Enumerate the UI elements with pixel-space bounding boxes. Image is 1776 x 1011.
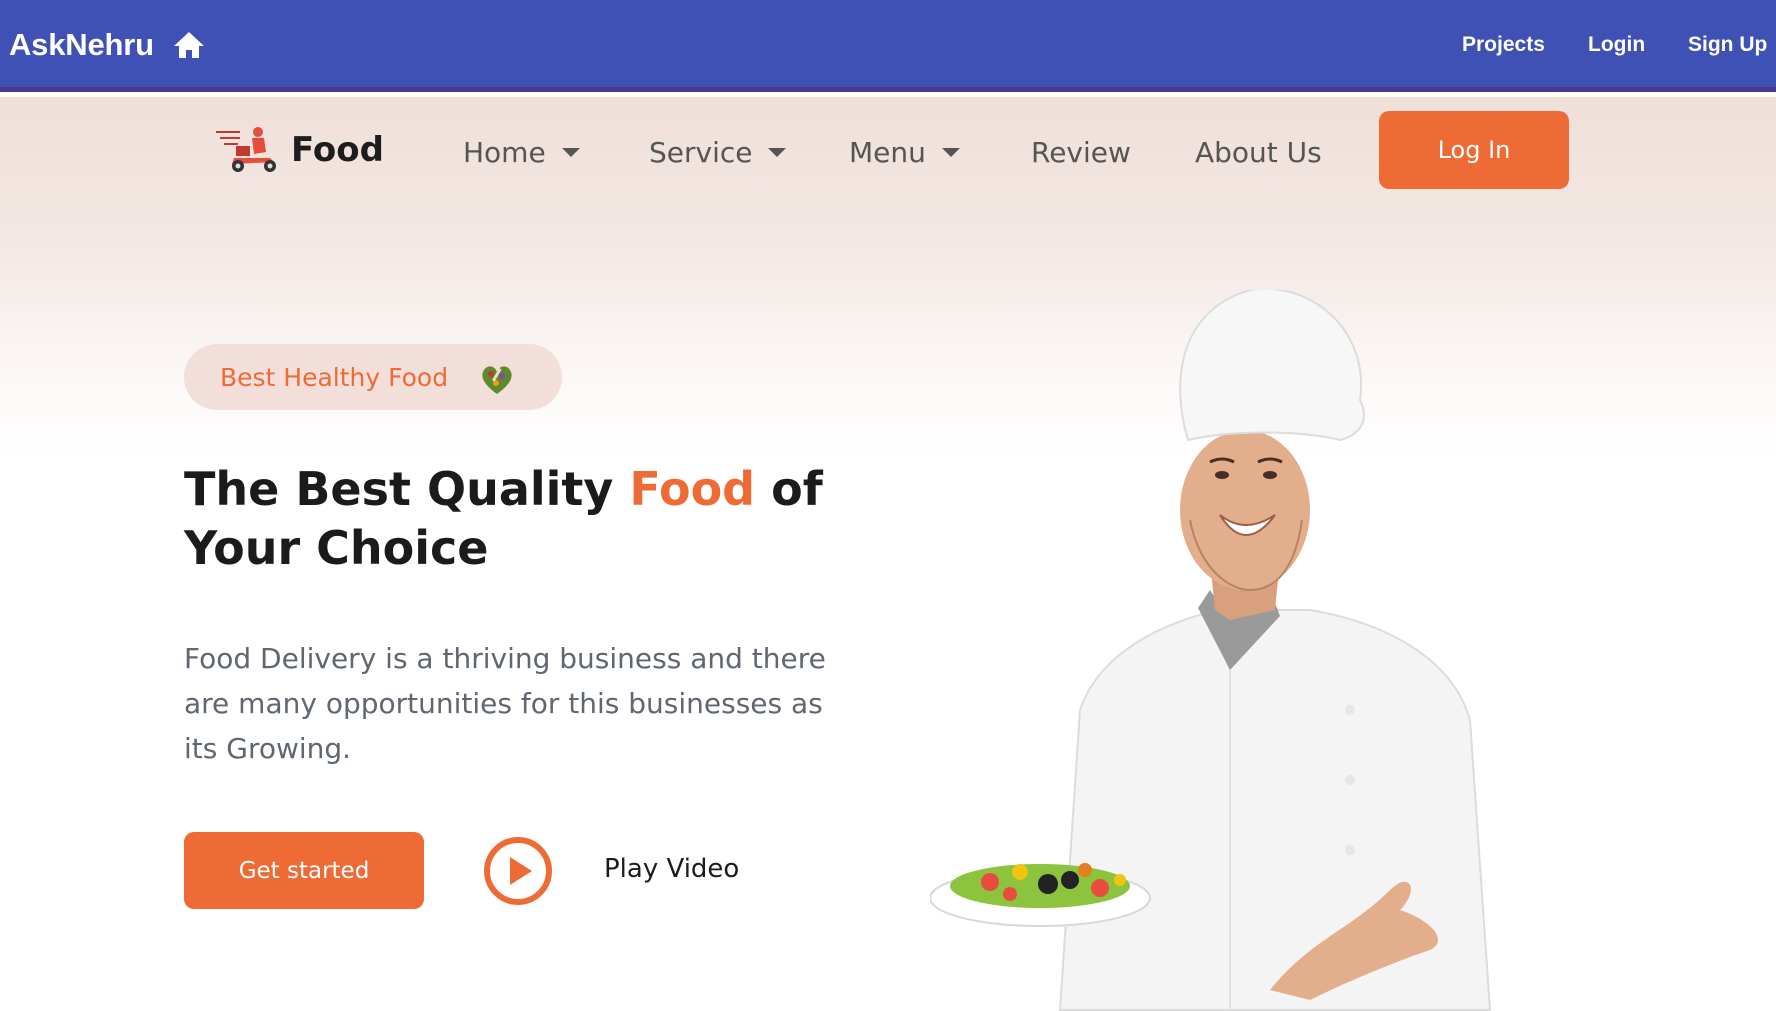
chef-image [930, 290, 1492, 1011]
top-app-bar: AskNehru Projects Login Sign Up [0, 0, 1776, 92]
headline-part1: The Best Quality [184, 462, 614, 516]
scooter-delivery-icon[interactable] [214, 124, 282, 174]
nav-home[interactable]: Home [463, 136, 580, 169]
chevron-down-icon [768, 148, 787, 157]
brand-name[interactable]: AskNehru [9, 27, 154, 63]
nav-home-label: Home [463, 136, 546, 169]
nav-service[interactable]: Service [649, 136, 787, 169]
nav-review-label: Review [1031, 136, 1131, 169]
badge-label: Best Healthy Food [220, 362, 449, 392]
home-icon[interactable] [172, 30, 206, 60]
projects-link[interactable]: Projects [1462, 33, 1545, 57]
nav-menu-label: Menu [849, 136, 926, 169]
nav-about-us-label: About Us [1195, 136, 1322, 169]
site-logo-text[interactable]: Food [291, 130, 384, 170]
chevron-down-icon [561, 148, 580, 157]
vegetable-heart-icon [482, 366, 512, 394]
hero-description: Food Delivery is a thriving business and… [184, 642, 826, 765]
login-link[interactable]: Login [1588, 33, 1645, 57]
headline-accent: Food [629, 462, 756, 516]
nav-review[interactable]: Review [1031, 136, 1131, 169]
log-in-button[interactable]: Log In [1379, 111, 1569, 189]
chevron-down-icon [941, 148, 960, 157]
play-circle-icon[interactable] [482, 835, 554, 907]
nav-menu[interactable]: Menu [849, 136, 960, 169]
healthy-food-badge: Best Healthy Food [184, 344, 562, 410]
hero-headline: The Best Quality Food of Your Choice [184, 460, 904, 578]
get-started-button[interactable]: Get started [184, 832, 424, 909]
nav-about-us[interactable]: About Us [1195, 136, 1322, 169]
sign-up-link[interactable]: Sign Up [1688, 33, 1767, 57]
nav-service-label: Service [649, 136, 753, 169]
play-video-link[interactable]: Play Video [604, 854, 739, 884]
